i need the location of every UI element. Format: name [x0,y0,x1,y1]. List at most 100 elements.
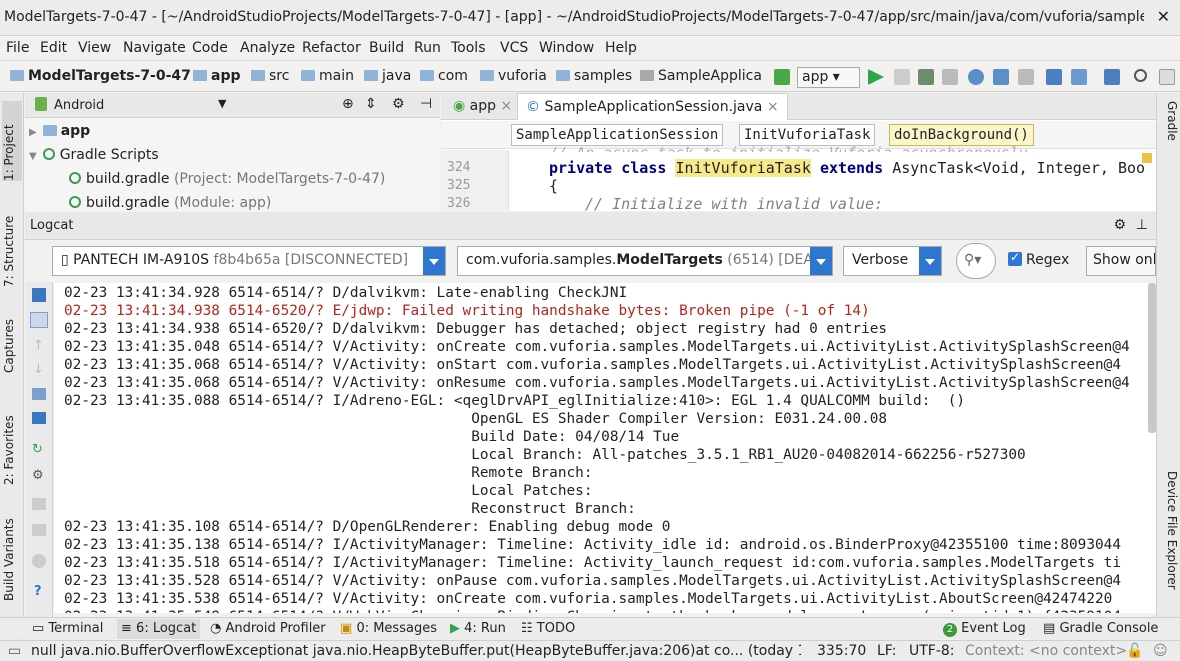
menu-window[interactable]: Window [539,40,594,56]
tab-messages[interactable]: ▣ 0: Messages [340,621,437,636]
breadcrumb-class[interactable]: SampleApplicati [640,68,762,84]
breadcrumb-src[interactable]: src [251,68,289,84]
hide-panel-icon[interactable]: ⊣ [420,96,432,112]
warning-marker-icon[interactable] [1142,153,1152,163]
crumb-class[interactable]: SampleApplicationSession [511,124,724,146]
breadcrumb-project[interactable]: ModelTargets-7-0-47 [10,68,191,84]
logcat-output[interactable]: 02-23 13:41:34.928 6514-6514/? D/dalvikv… [54,283,1156,613]
log-level-select[interactable]: Verbose [843,246,942,276]
screen-record-icon[interactable] [32,524,46,536]
apply-changes-icon[interactable] [894,69,910,85]
restart-icon[interactable]: ↻ [32,442,43,457]
gear-icon[interactable]: ⚙ [32,468,44,483]
tab-run[interactable]: ▶ 4: Run [450,621,506,636]
tab-gradle-console[interactable]: ▤ Gradle Console [1043,621,1158,636]
tab-device-file-explorer[interactable]: Device File Explorer [1159,471,1179,641]
tab-logcat[interactable]: ≡ 6: Logcat [117,619,201,639]
run-icon[interactable] [868,69,884,85]
attach-debugger-icon[interactable] [968,69,984,85]
coverage-icon[interactable] [993,69,1009,85]
breadcrumb-main[interactable]: main [301,68,354,84]
breadcrumb-vuforia[interactable]: vuforia [480,68,547,84]
soft-wrap-icon[interactable] [32,388,46,400]
maximize-icon[interactable] [1159,69,1175,85]
avd-manager-icon[interactable] [1071,69,1087,85]
scroll-to-end-icon[interactable] [30,312,48,328]
caret-position[interactable]: 335:70 [817,643,866,659]
process-select[interactable]: com.vuforia.samples.ModelTargets (6514) … [457,246,833,276]
menu-build[interactable]: Build [369,40,404,56]
hide-panel-icon[interactable]: ⊥ [1136,217,1148,233]
crumb-method[interactable]: doInBackground() [889,124,1034,146]
code-line-326[interactable]: // Initialize with invalid value: [585,195,883,213]
tab-terminal[interactable]: ▭ Terminal [32,621,103,636]
help-icon[interactable]: ? [34,584,42,599]
menu-help[interactable]: Help [605,40,637,56]
scroll-from-source-icon[interactable]: ⊕ [342,96,354,112]
crumb-inner-class[interactable]: InitVuforiaTask [739,124,876,146]
chevron-down-icon[interactable] [423,247,445,275]
menu-analyze[interactable]: Analyze [240,40,295,56]
collapse-all-icon[interactable]: ⇕ [365,96,377,112]
screenshot-icon[interactable] [32,498,46,510]
tab-build-variants[interactable]: Build Variants [2,505,22,601]
breadcrumb-java[interactable]: java [364,68,411,84]
tab-favorites[interactable]: 2: Favorites [2,399,22,485]
tab-gradle[interactable]: Gradle [1159,101,1179,161]
arrow-up-icon[interactable]: ↑ [33,338,44,353]
tree-item-build-gradle-project[interactable]: build.gradle (Project: ModelTargets-7-0-… [69,171,385,187]
terminate-icon[interactable] [32,554,46,568]
print-icon[interactable] [32,412,46,424]
breadcrumb-com[interactable]: com [420,68,468,84]
menu-edit[interactable]: Edit [40,40,67,56]
gear-icon[interactable]: ⚙ [392,96,405,112]
tab-event-log[interactable]: 2 Event Log [943,621,1026,637]
clear-logcat-icon[interactable] [32,288,46,302]
tab-project[interactable]: 1: Project [2,101,22,181]
tree-item-gradle-scripts[interactable]: ▼ Gradle Scripts [29,147,159,163]
breadcrumb-samples[interactable]: samples [556,68,632,84]
code-line-325[interactable]: { [549,177,558,195]
tree-item-build-gradle-module[interactable]: build.gradle (Module: app) [69,195,271,211]
menu-code[interactable]: Code [192,40,228,56]
profile-icon[interactable] [942,69,958,85]
device-select[interactable]: ▯ PANTECH IM-A910S f8b4b65a [DISCONNECTE… [52,246,446,276]
close-icon[interactable]: ✕ [1157,7,1170,26]
search-input[interactable]: ⚲▾ [956,243,996,279]
project-structure-icon[interactable] [1104,69,1120,85]
tab-sample-application-session[interactable]: © SampleApplicationSession.java × [517,93,788,120]
chevron-down-icon[interactable] [919,247,941,275]
tree-item-app[interactable]: ▶ app [29,123,90,139]
menu-run[interactable]: Run [414,40,441,56]
debug-icon[interactable] [918,69,934,85]
gear-icon[interactable]: ⚙ [1113,217,1126,233]
run-config-select[interactable]: app ▾ [797,67,860,88]
code-line-324[interactable]: private class InitVuforiaTask extends As… [549,159,1145,177]
file-encoding[interactable]: UTF-8: [909,643,955,659]
regex-checkbox[interactable]: Regex [1008,250,1069,268]
chevron-down-icon[interactable] [810,247,832,275]
line-separator[interactable]: LF: [877,643,896,659]
sync-gradle-icon[interactable] [1046,69,1062,85]
menu-view[interactable]: View [78,40,111,56]
project-view-select[interactable]: Android [54,98,104,113]
tab-todo[interactable]: ☷ TODO [521,621,575,636]
scrollbar[interactable] [1148,283,1156,433]
status-message[interactable]: null java.nio.BufferOverflowExceptionat … [31,643,801,659]
inspector-icon[interactable]: ☺ [1153,643,1168,659]
tab-android-profiler[interactable]: ◔ Android Profiler [210,621,326,636]
search-icon[interactable] [1134,69,1147,82]
stop-icon[interactable] [1018,69,1034,85]
tab-app[interactable]: ◉ app × [445,93,520,120]
lock-icon[interactable]: 🔓 [1126,643,1143,659]
menu-file[interactable]: File [6,40,29,56]
show-only-select[interactable]: Show onl [1086,246,1156,276]
arrow-down-icon[interactable]: ↓ [33,362,44,377]
menu-refactor[interactable]: Refactor [302,40,361,56]
menu-tools[interactable]: Tools [451,40,486,56]
hammer-icon[interactable] [774,69,790,85]
tab-captures[interactable]: Captures [2,303,22,373]
tab-structure[interactable]: 7: Structure [2,195,22,287]
breadcrumb-app[interactable]: app [193,68,241,84]
menu-vcs[interactable]: VCS [500,40,528,56]
